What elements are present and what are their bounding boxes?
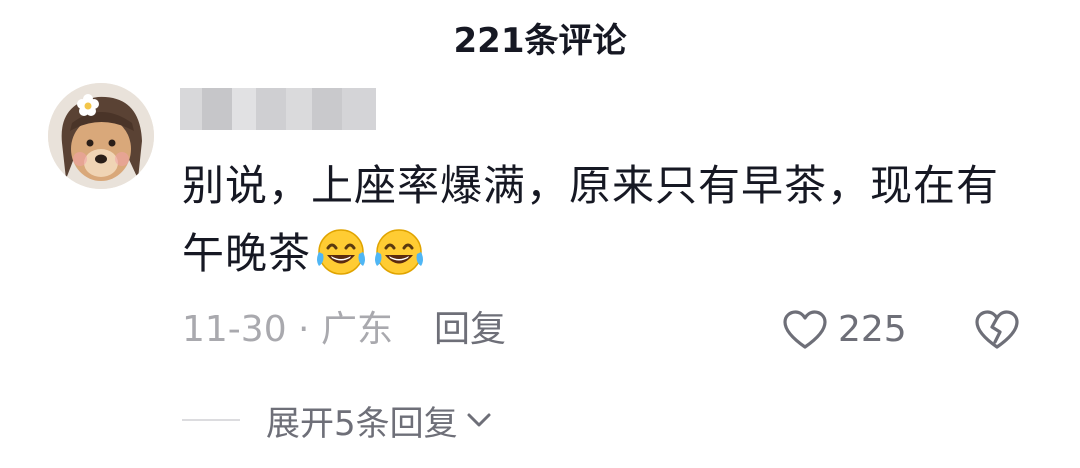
divider-line — [182, 419, 240, 421]
chevron-down-icon — [467, 413, 491, 427]
expand-replies-button[interactable]: 展开5条回复 — [266, 396, 492, 445]
laughing-tears-emoji-icon — [371, 222, 427, 278]
like-count: 225 — [838, 309, 907, 350]
heart-outline-icon — [783, 310, 827, 349]
avatar[interactable] — [48, 83, 154, 189]
comment-line-1: 别说，上座率爆满，原来只有早茶，现在有 — [182, 161, 1000, 210]
comment-time-location: 11-30 · 广东 — [182, 309, 393, 350]
expand-replies-row: 展开5条回复 — [182, 396, 492, 444]
reply-button[interactable]: 回复 — [434, 306, 506, 354]
expand-replies-label: 展开5条回复 — [266, 403, 458, 444]
dislike-button[interactable] — [974, 310, 1020, 363]
comment-meta-row: 11-30 · 广东 回复 225 — [182, 306, 1042, 354]
page-title: 221条评论 — [453, 21, 627, 61]
dog-avatar-image — [48, 83, 154, 189]
username-blurred[interactable] — [180, 88, 376, 130]
comment-line-2-text: 午晚茶 — [182, 229, 312, 278]
broken-heart-icon — [975, 310, 1019, 349]
comment-line-2: 午晚茶 — [182, 220, 1042, 288]
comment-text: 别说，上座率爆满，原来只有早茶，现在有 午晚茶 — [182, 152, 1042, 288]
laughing-tears-emoji-icon — [313, 222, 369, 278]
like-button[interactable]: 225 — [782, 306, 907, 354]
